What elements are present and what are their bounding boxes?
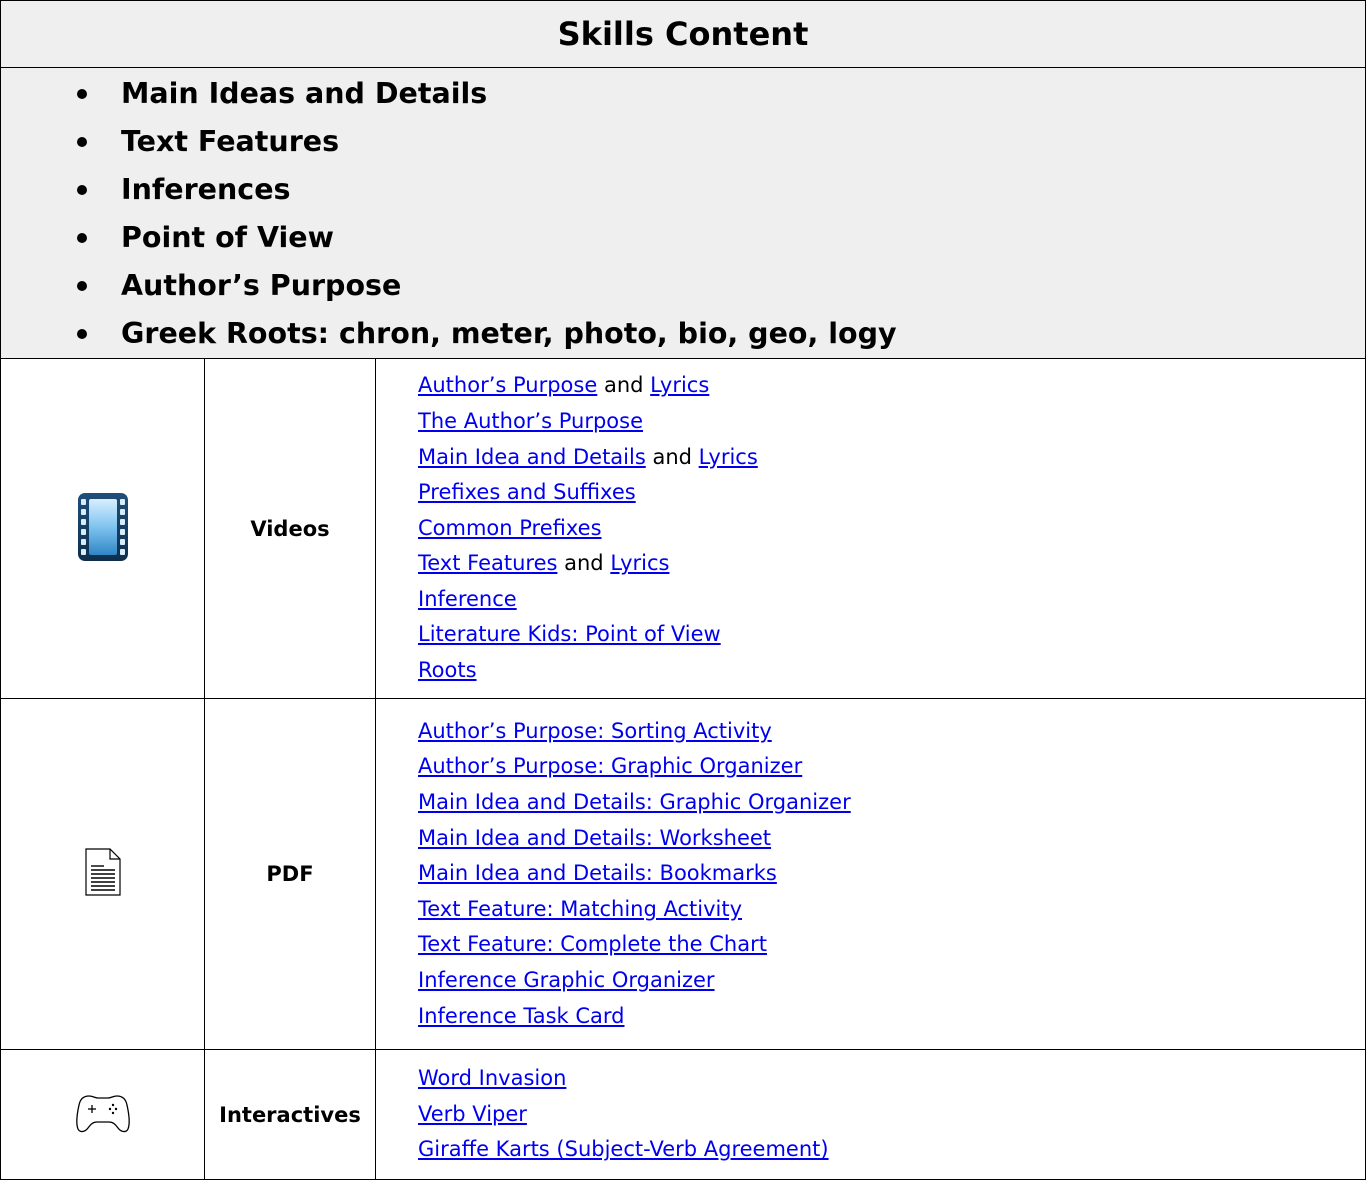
skill-label: Text Features	[121, 125, 340, 158]
interactive-link[interactable]: Word Invasion	[418, 1066, 566, 1090]
interactives-row: Interactives Word Invasion Verb Viper Gi…	[0, 1049, 1366, 1180]
list-item: Giraffe Karts (Subject-Verb Agreement)	[418, 1132, 1365, 1168]
skill-label: Point of View	[121, 221, 334, 254]
interactives-links-cell: Word Invasion Verb Viper Giraffe Karts (…	[375, 1049, 1366, 1180]
pdf-label: PDF	[266, 862, 314, 886]
list-item: Main Idea and Details: Bookmarks	[418, 856, 1365, 892]
list-item: Inference Task Card	[418, 999, 1365, 1035]
pdf-link[interactable]: Author’s Purpose: Graphic Organizer	[418, 754, 802, 778]
bullet-icon	[77, 137, 87, 147]
interactives-label-cell: Interactives	[204, 1049, 376, 1180]
list-item: Author’s Purpose: Sorting Activity	[418, 714, 1365, 750]
list-item: Word Invasion	[418, 1061, 1365, 1097]
bullet-icon	[77, 89, 87, 99]
interactives-label: Interactives	[219, 1102, 361, 1127]
pdf-label-cell: PDF	[204, 698, 376, 1050]
list-item: The Author’s Purpose	[418, 404, 1365, 440]
skills-content-table: Skills Content Main Ideas and Details Te…	[0, 0, 1366, 1180]
list-item: Main Idea and Details and Lyrics	[418, 440, 1365, 476]
list-item: Author’s Purpose: Graphic Organizer	[418, 749, 1365, 785]
skill-item: Greek Roots: chron, meter, photo, bio, g…	[1, 310, 1365, 358]
skill-item: Inferences	[1, 166, 1365, 214]
pdf-link[interactable]: Main Idea and Details: Bookmarks	[418, 861, 777, 885]
bullet-icon	[77, 281, 87, 291]
skill-item: Author’s Purpose	[1, 262, 1365, 310]
videos-label: Videos	[250, 516, 330, 541]
bullet-icon	[77, 233, 87, 243]
pdf-icon-cell	[0, 698, 205, 1050]
list-item: Common Prefixes	[418, 511, 1365, 547]
video-link[interactable]: Main Idea and Details	[418, 445, 646, 469]
pdf-link[interactable]: Inference Task Card	[418, 1004, 624, 1028]
skills-list: Main Ideas and Details Text Features Inf…	[1, 68, 1365, 358]
pdf-link[interactable]: Text Feature: Complete the Chart	[418, 932, 767, 956]
list-item: Inference	[418, 582, 1365, 618]
lyrics-link[interactable]: Lyrics	[650, 373, 709, 397]
list-item: Text Feature: Matching Activity	[418, 892, 1365, 928]
game-controller-icon	[75, 1092, 131, 1134]
pdf-link[interactable]: Inference Graphic Organizer	[418, 968, 715, 992]
list-item: Inference Graphic Organizer	[418, 963, 1365, 999]
interactives-icon-cell	[0, 1049, 205, 1180]
pdf-link[interactable]: Main Idea and Details: Worksheet	[418, 826, 771, 850]
list-item: Main Idea and Details: Worksheet	[418, 821, 1365, 857]
skill-item: Text Features	[1, 118, 1365, 166]
list-item: Verb Viper	[418, 1097, 1365, 1133]
list-item: Main Idea and Details: Graphic Organizer	[418, 785, 1365, 821]
list-item: Prefixes and Suffixes	[418, 475, 1365, 511]
skill-item: Point of View	[1, 214, 1365, 262]
video-link[interactable]: Author’s Purpose	[418, 373, 597, 397]
skill-label: Main Ideas and Details	[121, 77, 488, 110]
video-link[interactable]: Roots	[418, 658, 477, 682]
interactive-link[interactable]: Giraffe Karts (Subject-Verb Agreement)	[418, 1137, 829, 1161]
list-item: Roots	[418, 653, 1365, 689]
bullet-icon	[77, 185, 87, 195]
videos-row: Videos Author’s Purpose and Lyrics The A…	[0, 358, 1366, 699]
link-separator: and	[597, 373, 651, 398]
pdf-link[interactable]: Text Feature: Matching Activity	[418, 897, 742, 921]
video-link[interactable]: Literature Kids: Point of View	[418, 622, 721, 646]
skill-label: Inferences	[121, 173, 291, 206]
interactive-link[interactable]: Verb Viper	[418, 1102, 527, 1126]
videos-links-cell: Author’s Purpose and Lyrics The Author’s…	[375, 358, 1366, 699]
pdf-row: PDF Author’s Purpose: Sorting Activity A…	[0, 698, 1366, 1050]
link-separator: and	[645, 444, 699, 469]
film-strip-icon	[77, 492, 128, 561]
skill-item: Main Ideas and Details	[1, 70, 1365, 118]
skills-list-cell: Main Ideas and Details Text Features Inf…	[0, 67, 1366, 359]
videos-icon-cell	[0, 358, 205, 699]
list-item: Literature Kids: Point of View	[418, 617, 1365, 653]
lyrics-link[interactable]: Lyrics	[610, 551, 669, 575]
page-title: Skills Content	[557, 15, 809, 53]
video-link[interactable]: The Author’s Purpose	[418, 409, 643, 433]
video-link[interactable]: Inference	[418, 587, 517, 611]
pdf-link[interactable]: Main Idea and Details: Graphic Organizer	[418, 790, 851, 814]
video-link[interactable]: Prefixes and Suffixes	[418, 480, 636, 504]
bullet-icon	[77, 329, 87, 339]
document-icon	[84, 848, 121, 896]
list-item: Text Feature: Complete the Chart	[418, 927, 1365, 963]
pdf-link[interactable]: Author’s Purpose: Sorting Activity	[418, 719, 772, 743]
link-separator: and	[557, 551, 611, 576]
table-header: Skills Content	[0, 0, 1366, 68]
list-item: Author’s Purpose and Lyrics	[418, 368, 1365, 404]
skill-label: Author’s Purpose	[121, 269, 402, 302]
video-link[interactable]: Text Features	[418, 551, 557, 575]
videos-label-cell: Videos	[204, 358, 376, 699]
skill-label: Greek Roots: chron, meter, photo, bio, g…	[121, 317, 897, 350]
pdf-links-cell: Author’s Purpose: Sorting Activity Autho…	[375, 698, 1366, 1050]
list-item: Text Features and Lyrics	[418, 546, 1365, 582]
lyrics-link[interactable]: Lyrics	[699, 445, 758, 469]
video-link[interactable]: Common Prefixes	[418, 516, 602, 540]
